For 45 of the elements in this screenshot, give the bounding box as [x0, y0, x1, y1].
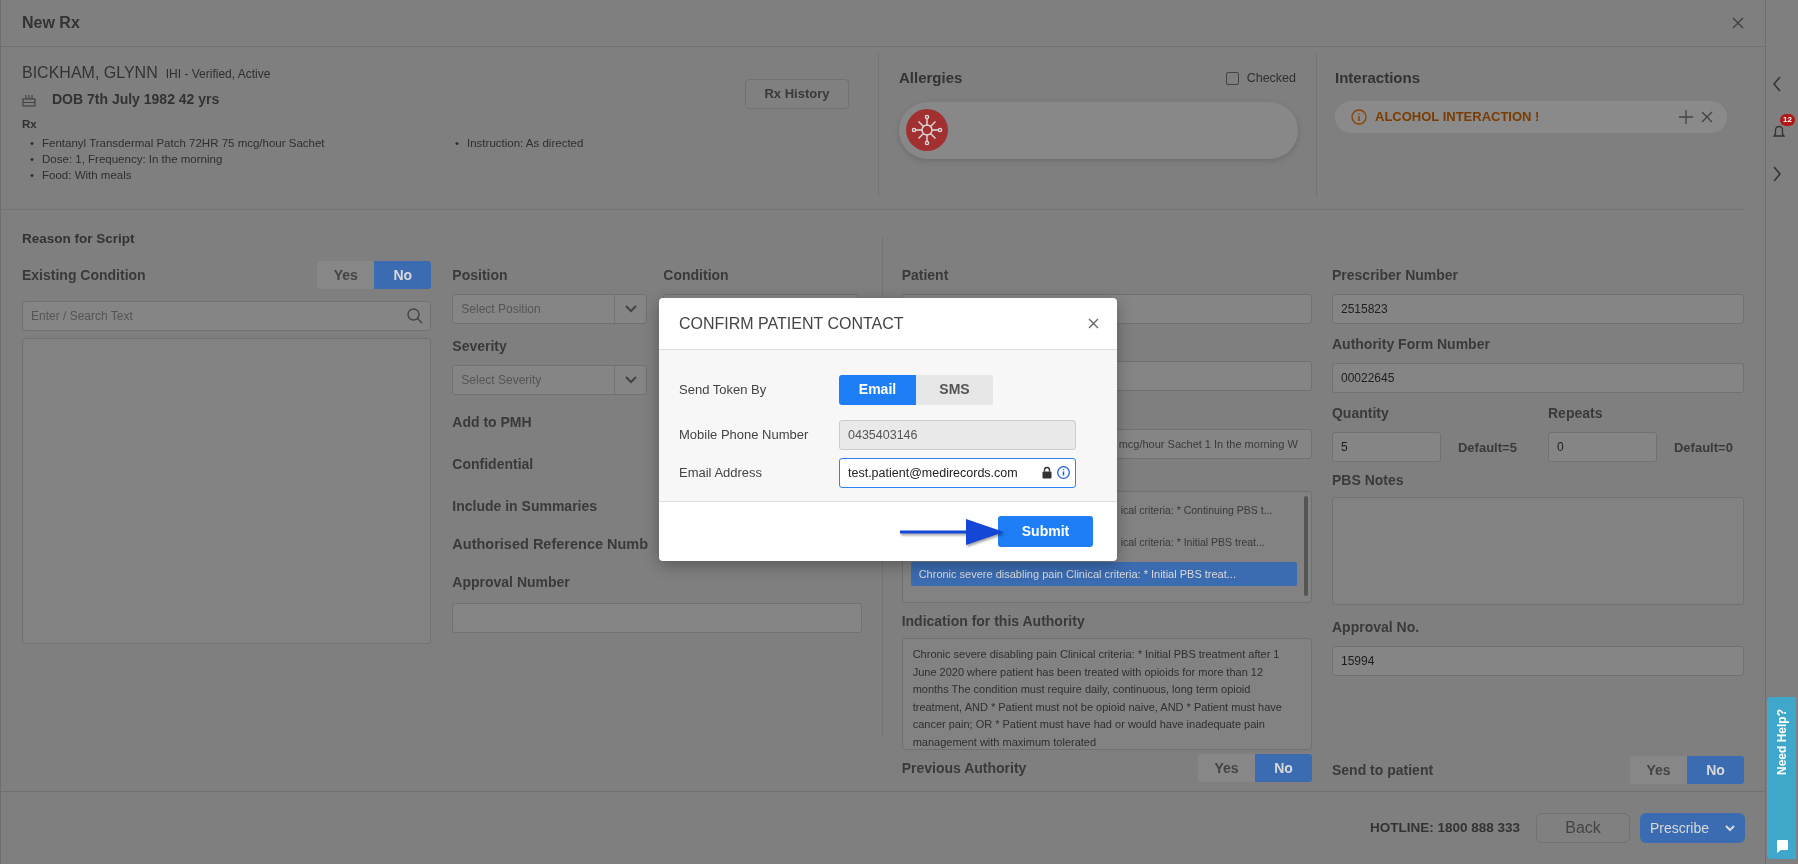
default-value: Default=0 — [1674, 438, 1733, 457]
field-label: Repeats — [1548, 404, 1603, 424]
field-label: Confidential — [452, 455, 534, 475]
field-label: Condition — [663, 266, 729, 286]
indication-text: Chronic severe disabling pain Clinical criteria: * Initial PBS treatment after 1 June 2020 where patient has been treated with opioids for more than 12 months The condition must require daily, continuous, long term opioid treatment, AND * Patient must not be opioid naive, AND * Patient must have cancer pain; OR * Patient must have had or would have inadequate pain management with maximum tolerated — [912, 647, 1283, 750]
ihi-status: IHI - Verified, Active — [165, 66, 271, 83]
field-label: Send to patient — [1332, 760, 1434, 780]
field-label: Existing Condition — [22, 265, 146, 285]
hotline-text: HOTLINE: 1800 888 333 — [1369, 818, 1520, 837]
section-title: Allergies — [899, 68, 963, 88]
field-label: Previous Authority — [901, 758, 1027, 778]
dialog-title: CONFIRM PATIENT CONTACT — [679, 313, 904, 334]
field-label: Email Address — [679, 463, 764, 482]
prescription-detail: Dose: 1, Frequency: In the morning — [42, 152, 223, 168]
window-title: New Rx — [22, 13, 80, 33]
notification-badge: 12 — [1780, 114, 1795, 126]
section-title: Reason for Script — [21, 230, 136, 248]
field-label: Authority Form Number — [1332, 335, 1490, 355]
default-value: Default=5 — [1458, 438, 1517, 457]
field-label: PBS Notes — [1332, 471, 1404, 491]
interaction-text: ALCOHOL INTERACTION ! — [1375, 107, 1541, 126]
field-label: Mobile Phone Number — [679, 425, 810, 444]
field-label: Approval No. — [1332, 618, 1420, 638]
section-heading: Authorised Reference Numb — [452, 535, 649, 555]
field-label: Quantity — [1332, 404, 1389, 424]
bullet: • — [455, 136, 460, 152]
rx-heading: Rx — [22, 117, 38, 132]
field-label: Prescriber Number — [1332, 266, 1459, 286]
field-label: Indication for this Authority — [901, 612, 1085, 632]
field-label: Patient — [901, 266, 949, 286]
field-label: Position — [452, 266, 508, 286]
bullet: • — [30, 152, 35, 168]
field-label: Add to PMH — [452, 413, 532, 433]
field-label: Include in Summaries — [452, 497, 598, 517]
prescription-detail: Food: With meals — [42, 168, 132, 184]
section-title: Interactions — [1335, 68, 1422, 88]
bullet: • — [30, 136, 35, 152]
field-label: Send Token By — [679, 380, 768, 399]
date-of-birth: DOB 7th July 1982 42 yrs — [52, 90, 220, 109]
field-label: Severity — [452, 337, 507, 357]
prescription-detail: Fentanyl Transdermal Patch 72HR 75 mcg/hour Sachet — [42, 136, 325, 152]
bullet: • — [30, 168, 35, 184]
field-label: Approval Number — [452, 573, 570, 592]
patient-name: BICKHAM, GLYNN — [22, 63, 158, 83]
prescription-detail: Instruction: As directed — [467, 136, 584, 152]
